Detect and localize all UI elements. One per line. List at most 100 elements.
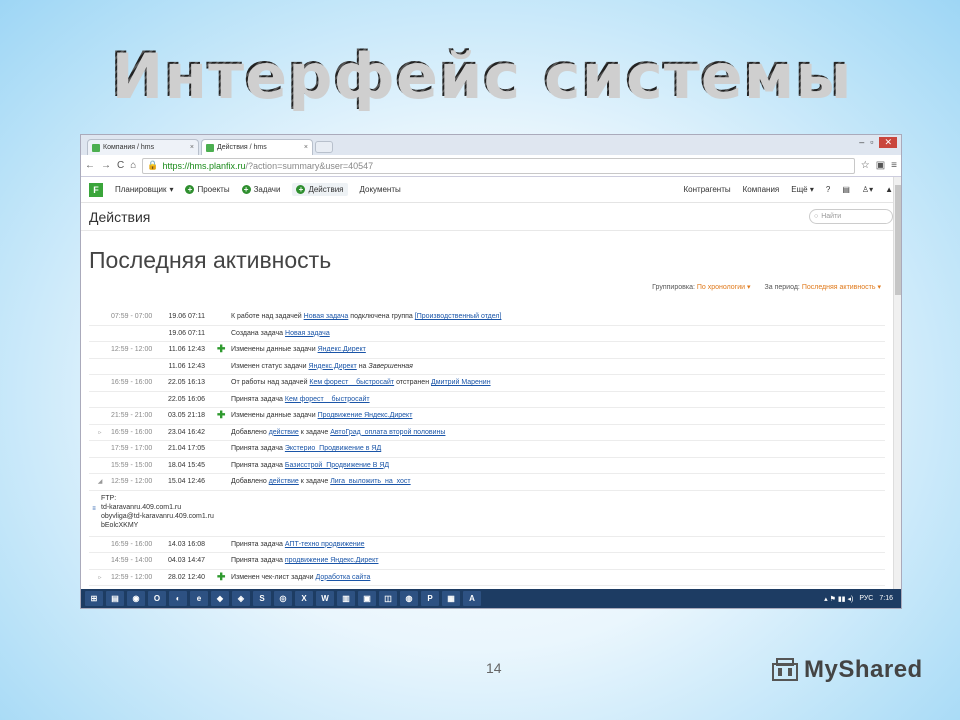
extension-icon[interactable]: ▣ bbox=[876, 160, 885, 171]
nav-documents[interactable]: Документы bbox=[360, 185, 401, 194]
nav-tasks[interactable]: + Задачи bbox=[241, 185, 280, 194]
expand-toggle-icon[interactable]: ◢ bbox=[89, 478, 111, 485]
taskbar-app-button[interactable]: O bbox=[148, 591, 166, 606]
url-input[interactable]: 🔒 https://hms.planfix.ru/?action=summary… bbox=[142, 157, 855, 174]
scrollbar[interactable] bbox=[893, 177, 901, 591]
nav-actions[interactable]: + Действия bbox=[292, 183, 348, 196]
scroll-up-icon[interactable]: ▲ bbox=[885, 185, 893, 194]
home-icon[interactable]: ⌂ bbox=[130, 160, 136, 171]
event-time: 11.06 12:43 bbox=[168, 362, 205, 370]
period-filter[interactable]: За период: Последняя активность ▾ bbox=[765, 283, 881, 291]
event-link[interactable]: действие bbox=[269, 429, 299, 436]
expand-toggle-icon[interactable]: ▹ bbox=[89, 429, 111, 436]
taskbar-app-button[interactable]: ◍ bbox=[400, 591, 418, 606]
planfix-logo[interactable]: F bbox=[89, 182, 103, 197]
taskbar-app-button[interactable]: ▦ bbox=[442, 591, 460, 606]
page-number: 14 bbox=[486, 660, 502, 676]
event-link[interactable]: Яндекс.Директ bbox=[308, 363, 356, 370]
taskbar-app-button[interactable]: ▥ bbox=[337, 591, 355, 606]
event-link[interactable]: Кем форест _ быстросайт bbox=[285, 396, 370, 403]
nav-contractors[interactable]: Контрагенты bbox=[684, 185, 731, 194]
close-window-button[interactable]: ✕ bbox=[879, 137, 897, 148]
language-indicator[interactable]: РУС bbox=[859, 595, 873, 602]
taskbar-app-button[interactable]: ◐ bbox=[169, 591, 187, 606]
taskbar-app-button[interactable]: ◎ bbox=[274, 591, 292, 606]
taskbar-app-button[interactable]: P bbox=[421, 591, 439, 606]
taskbar-app-button[interactable]: ◉ bbox=[127, 591, 145, 606]
clock[interactable]: 7:16 bbox=[879, 595, 893, 602]
scrollbar-thumb[interactable] bbox=[895, 185, 901, 295]
notifications-icon[interactable]: ▤ bbox=[842, 185, 850, 194]
taskbar-app-button[interactable]: W bbox=[316, 591, 334, 606]
taskbar-app-button[interactable]: ▣ bbox=[358, 591, 376, 606]
event-text-part: к задаче bbox=[298, 428, 331, 436]
taskbar-app-button[interactable]: S bbox=[253, 591, 271, 606]
event-link[interactable]: Доработка сайта bbox=[316, 574, 371, 581]
event-link[interactable]: Базисстрой_Продвижение В ЯД bbox=[285, 462, 389, 469]
event-link[interactable]: АвтоГрад_оплата второй половины bbox=[330, 429, 445, 436]
event-link[interactable]: Экстерио_Продвижение в ЯД bbox=[285, 445, 381, 452]
taskbar-app-button[interactable]: ◫ bbox=[379, 591, 397, 606]
taskbar-app-button[interactable]: A bbox=[463, 591, 481, 606]
tray-icons[interactable]: ▴ ⚑ ▮▮ ◂) bbox=[824, 595, 853, 603]
event-link[interactable]: продвижение Яндекс.Директ bbox=[285, 557, 379, 564]
star-icon[interactable]: ☆ bbox=[861, 160, 870, 171]
nav-projects[interactable]: + Проекты bbox=[185, 185, 230, 194]
close-tab-icon[interactable]: × bbox=[190, 144, 194, 151]
event-link[interactable]: Лига_выложить_на_хост bbox=[330, 478, 410, 485]
event-text-part: Добавлено bbox=[231, 478, 269, 486]
log-row: ▹ 16:59 - 16:00 23.04 16:42 Добавлено дейст… bbox=[89, 425, 885, 441]
minimize-button[interactable]: – bbox=[859, 137, 864, 148]
expand-toggle-icon[interactable]: ▹ bbox=[89, 574, 111, 581]
forward-icon[interactable]: → bbox=[101, 160, 111, 171]
user-icon[interactable]: ♙▾ bbox=[862, 185, 873, 194]
nav-more[interactable]: Ещё ▾ bbox=[791, 185, 814, 194]
event-link[interactable]: действие bbox=[269, 478, 299, 485]
event-link[interactable]: Яндекс.Директ bbox=[318, 346, 366, 353]
event-link[interactable]: [Производственный отдел] bbox=[415, 313, 502, 320]
event-link[interactable]: АПТ-техно продвижение bbox=[285, 541, 365, 548]
event-text-part: Изменен чек-лист задачи bbox=[231, 573, 316, 581]
event-time: 14.03 16:08 bbox=[168, 540, 205, 548]
hour-range: 16:59 - 16:00 bbox=[111, 379, 153, 387]
event-text: К работе над задачей Новая задача подклю… bbox=[231, 313, 885, 320]
search-input[interactable]: ○ Найти bbox=[809, 209, 893, 224]
taskbar-app-button[interactable]: ▤ bbox=[106, 591, 124, 606]
taskbar-app-button[interactable]: ◈ bbox=[232, 591, 250, 606]
myshared-logo-icon bbox=[772, 658, 798, 681]
taskbar-app-button[interactable]: e bbox=[190, 591, 208, 606]
address-bar-row: ← → C ⌂ 🔒 https://hms.planfix.ru/?action… bbox=[81, 155, 901, 177]
reload-icon[interactable]: C bbox=[117, 160, 124, 171]
event-text-part: к задаче bbox=[298, 478, 331, 486]
close-tab-icon[interactable]: × bbox=[304, 144, 308, 151]
help-icon[interactable]: ? bbox=[826, 185, 830, 194]
event-link[interactable]: Кем форест _ быстросайт bbox=[309, 379, 394, 386]
browser-tab-company[interactable]: Компания / hms × bbox=[87, 139, 199, 155]
nav-company[interactable]: Компания bbox=[743, 185, 780, 194]
event-link[interactable]: Дмитрий Маренин bbox=[431, 379, 491, 386]
event-link[interactable]: Продвижение Яндекс.Директ bbox=[318, 412, 413, 419]
green-plus-icon: ✚ bbox=[217, 571, 226, 583]
browser-tab-actions[interactable]: Действия / hms × bbox=[201, 139, 313, 155]
add-icon[interactable]: + bbox=[296, 185, 306, 194]
taskbar-app-button[interactable]: ⊞ bbox=[85, 591, 103, 606]
new-tab-button[interactable] bbox=[315, 141, 333, 153]
maximize-button[interactable]: ▫ bbox=[870, 137, 873, 148]
grouping-filter[interactable]: Группировка: По хронологии ▾ bbox=[652, 283, 750, 291]
event-link[interactable]: Новая задача bbox=[285, 330, 330, 337]
log-row: 11.06 12:43 Изменен статус задачи Яндекс.… bbox=[89, 359, 885, 375]
event-link[interactable]: Новая задача bbox=[304, 313, 349, 320]
event-text: Изменены данные задачи Яндекс.Директ bbox=[231, 346, 885, 353]
nav-planner[interactable]: Планировщик ▾ bbox=[115, 185, 173, 194]
taskbar-app-button[interactable]: ◆ bbox=[211, 591, 229, 606]
log-row: 22.05 16:06 Принята задача Кем форест _ б… bbox=[89, 392, 885, 408]
event-text: Принята задача АПТ-техно продвижение bbox=[231, 541, 885, 548]
add-icon[interactable]: + bbox=[185, 185, 195, 194]
menu-icon[interactable]: ≡ bbox=[891, 160, 897, 171]
event-text: Изменены данные задачи Продвижение Яндек… bbox=[231, 412, 885, 419]
add-icon[interactable]: + bbox=[241, 185, 251, 194]
back-icon[interactable]: ← bbox=[85, 160, 95, 171]
hour-range: 16:59 - 16:00 bbox=[111, 428, 153, 436]
hour-range: 14:59 - 14:00 bbox=[111, 557, 153, 565]
taskbar-app-button[interactable]: X bbox=[295, 591, 313, 606]
